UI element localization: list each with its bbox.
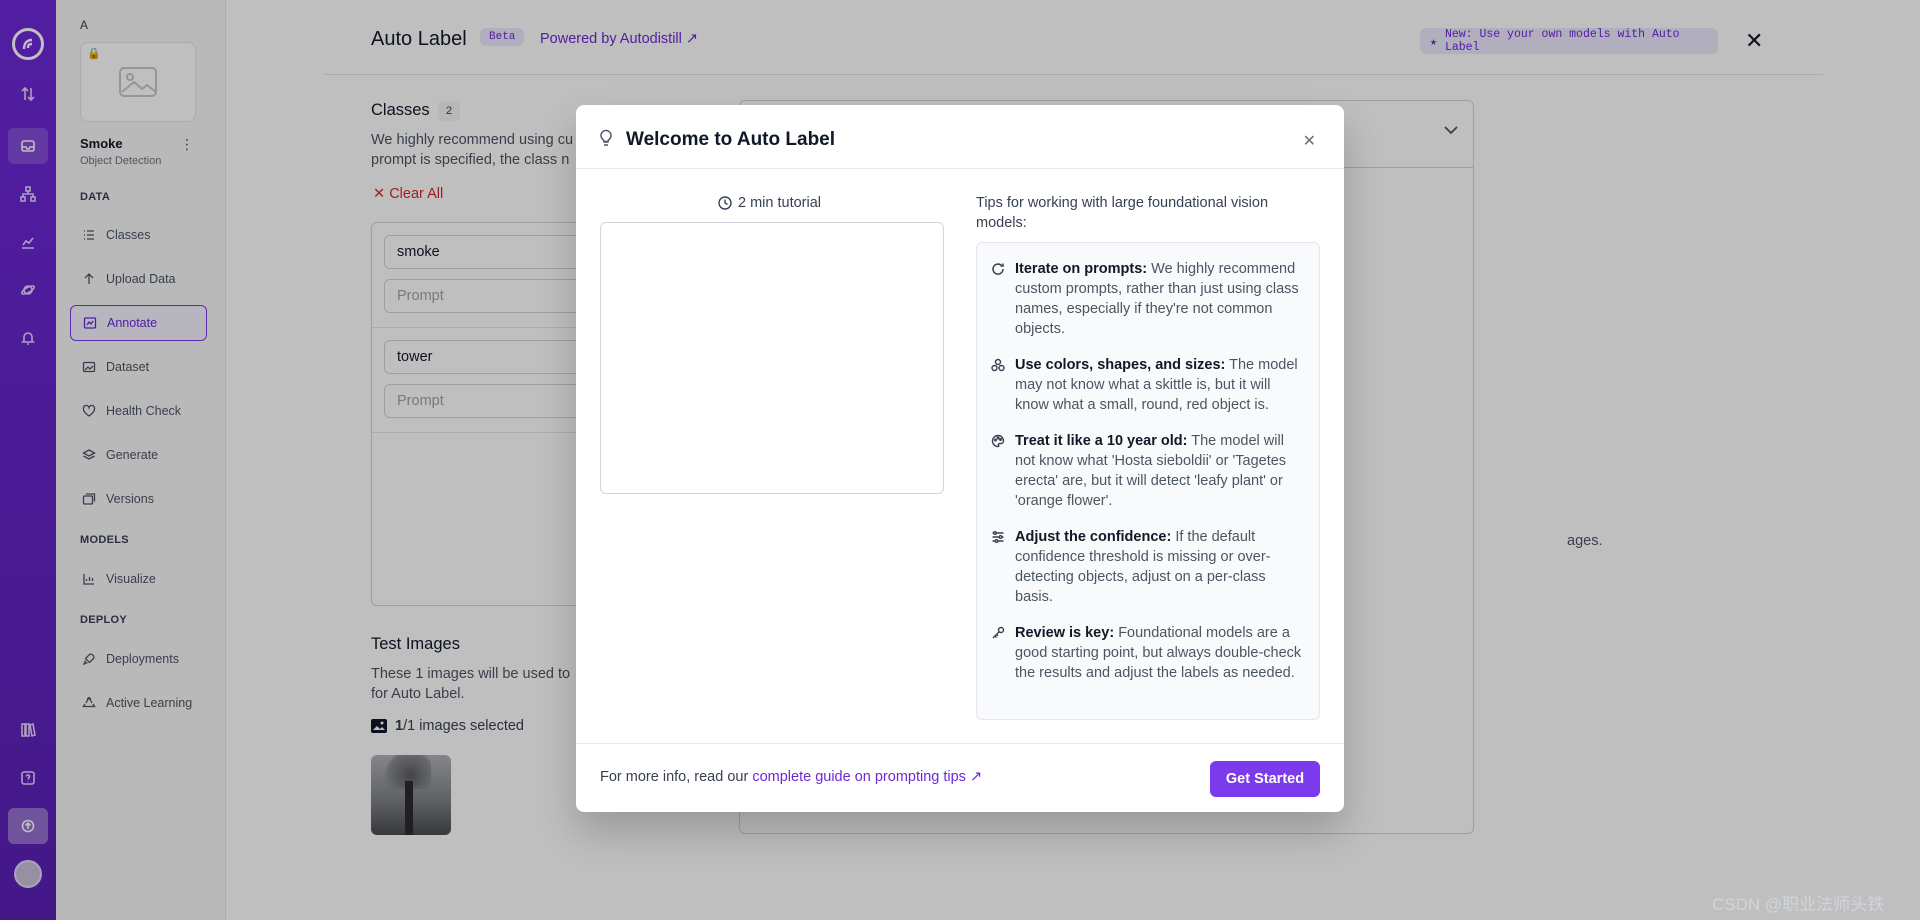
refresh-icon	[992, 263, 1004, 275]
lightbulb-icon	[600, 129, 612, 146]
shapes-icon	[991, 358, 1005, 372]
tutorial-duration: 2 min tutorial	[738, 195, 822, 211]
tips-panel: Iterate on prompts: We highly recommend …	[976, 242, 1320, 720]
tip-title: Adjust the confidence:	[1015, 529, 1172, 545]
tutorial-label: 2 min tutorial	[718, 195, 821, 211]
tip-item: Review is key: Foundational models are a…	[991, 623, 1307, 683]
footer-text: For more info, read our	[600, 769, 749, 785]
clock-icon	[718, 196, 732, 210]
tip-title: Iterate on prompts:	[1015, 261, 1148, 277]
tip-item: Adjust the confidence: If the default co…	[991, 527, 1307, 607]
get-started-button[interactable]: Get Started	[1210, 761, 1320, 797]
footer-info: For more info, read our complete guide o…	[600, 769, 982, 785]
modal-close-icon[interactable]: ✕	[1303, 131, 1316, 151]
tip-title: Review is key:	[1015, 625, 1115, 641]
welcome-modal: Welcome to Auto Label ✕ 2 min tutorial T…	[576, 105, 1344, 812]
sliders-icon	[992, 531, 1004, 543]
tutorial-video[interactable]	[600, 222, 944, 494]
watermark: CSDN @职业法师头铁	[1712, 895, 1885, 914]
tip-item: Treat it like a 10 year old: The model w…	[991, 431, 1307, 511]
palette-icon	[991, 434, 1005, 448]
tip-item: Use colors, shapes, and sizes: The model…	[991, 355, 1307, 415]
modal-title: Welcome to Auto Label	[626, 129, 836, 150]
prompting-guide-link[interactable]: complete guide on prompting tips ↗	[752, 769, 982, 785]
modal-header: Welcome to Auto Label ✕	[576, 105, 1344, 169]
tips-heading: Tips for working with large foundational…	[976, 195, 1269, 231]
tip-title: Treat it like a 10 year old:	[1015, 433, 1188, 449]
tip-item: Iterate on prompts: We highly recommend …	[991, 259, 1307, 339]
tip-title: Use colors, shapes, and sizes:	[1015, 357, 1226, 373]
key-icon	[992, 626, 1005, 639]
modal-footer: For more info, read our complete guide o…	[576, 743, 1344, 812]
